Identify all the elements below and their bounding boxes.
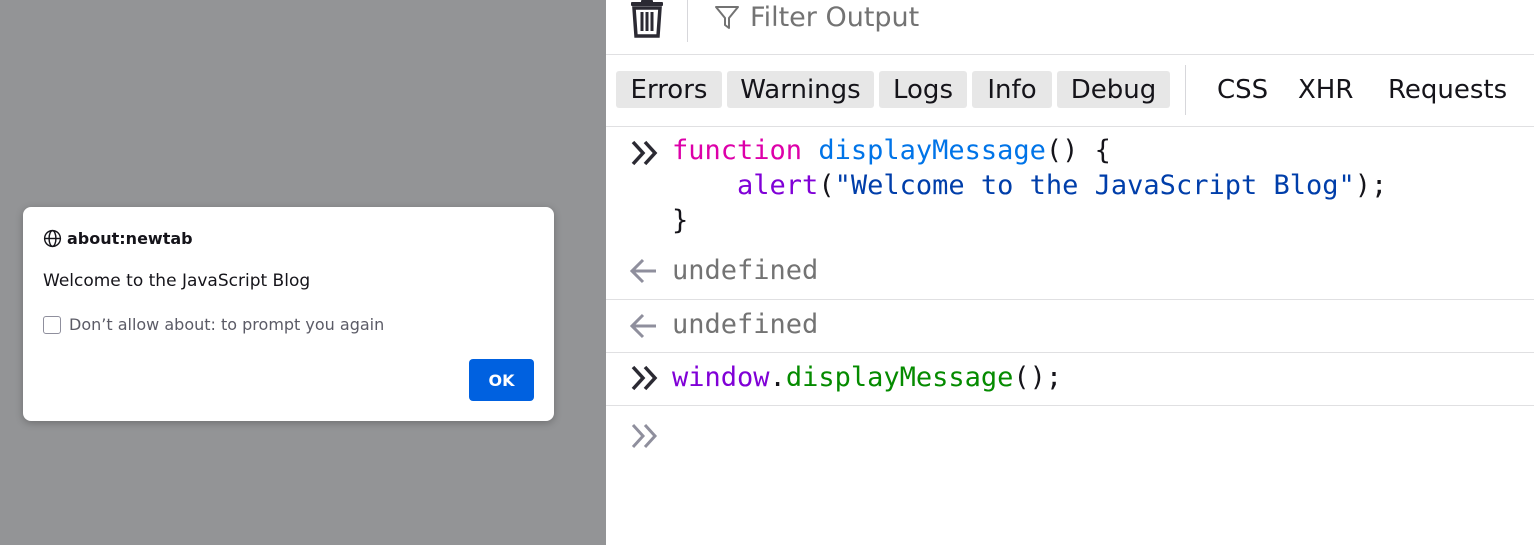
console-input-entry: window.displayMessage();	[606, 353, 1534, 406]
code-method-name: displayMessage	[785, 362, 1014, 393]
filter-css-button[interactable]: CSS	[1217, 71, 1268, 108]
code-close-brace: }	[672, 205, 689, 236]
filter-xhr-button[interactable]: XHR	[1298, 71, 1353, 108]
dialog-origin-text: about:newtab	[67, 228, 193, 248]
dialog-origin: about:newtab	[43, 227, 193, 249]
dialog-message: Welcome to the JavaScript Blog	[43, 271, 311, 291]
code-punct: ();	[1013, 362, 1063, 393]
code-string: "Welcome to the JavaScript Blog"	[834, 170, 1355, 201]
code-keyword: function	[672, 135, 803, 166]
filter-debug-button[interactable]: Debug	[1057, 71, 1170, 108]
result-value: undefined	[672, 309, 819, 340]
console-code-block: function displayMessage() { alert("Welco…	[672, 133, 1387, 238]
return-arrow-icon	[630, 313, 656, 339]
trash-icon[interactable]	[630, 0, 664, 38]
dont-allow-prompt-checkbox-row[interactable]: Don’t allow about: to prompt you again	[43, 315, 384, 334]
console-result-entry: undefined	[606, 300, 1534, 353]
toolbar-separator	[687, 0, 688, 42]
page-content-area: about:newtab Welcome to the JavaScript B…	[0, 0, 606, 545]
filter-info-button[interactable]: Info	[972, 71, 1052, 108]
code-punct: );	[1354, 170, 1388, 201]
filter-requests-button[interactable]: Requests	[1388, 71, 1507, 108]
filter-separator	[1185, 65, 1186, 115]
code-function-name: displayMessage	[818, 135, 1046, 166]
code-dot: .	[769, 362, 786, 393]
code-window-object: window	[672, 362, 770, 393]
filter-warnings-button[interactable]: Warnings	[727, 71, 874, 108]
dont-allow-prompt-checkbox[interactable]	[43, 315, 61, 334]
filter-output-input[interactable]: Filter Output	[750, 0, 919, 36]
filter-logs-button[interactable]: Logs	[879, 71, 967, 108]
console-code-line: window.displayMessage();	[672, 360, 1062, 395]
filter-icon	[715, 6, 739, 29]
globe-icon	[43, 229, 62, 247]
log-level-filter-bar: Errors Warnings Logs Info Debug CSS XHR …	[606, 55, 1534, 127]
return-arrow-icon	[630, 258, 656, 284]
prompt-chevrons-icon	[631, 423, 658, 449]
ok-button[interactable]: OK	[469, 359, 534, 401]
dont-allow-prompt-label[interactable]: Don’t allow about: to prompt you again	[69, 315, 384, 334]
alert-dialog: about:newtab Welcome to the JavaScript B…	[23, 207, 554, 421]
console-input-entry: function displayMessage() { alert("Welco…	[606, 127, 1534, 244]
code-alert-call: alert	[737, 170, 819, 201]
console-result-entry: undefined	[606, 244, 1534, 300]
result-value: undefined	[672, 255, 819, 286]
console-toolbar: Filter Output	[606, 0, 1534, 55]
prompt-chevrons-icon	[631, 365, 658, 391]
code-punct: () {	[1045, 135, 1111, 166]
console-input-line[interactable]	[606, 406, 1534, 545]
prompt-chevrons-icon	[631, 140, 658, 166]
filter-errors-button[interactable]: Errors	[616, 71, 722, 108]
web-console: Filter Output Errors Warnings Logs Info …	[606, 0, 1534, 545]
code-punct: (	[818, 170, 835, 201]
